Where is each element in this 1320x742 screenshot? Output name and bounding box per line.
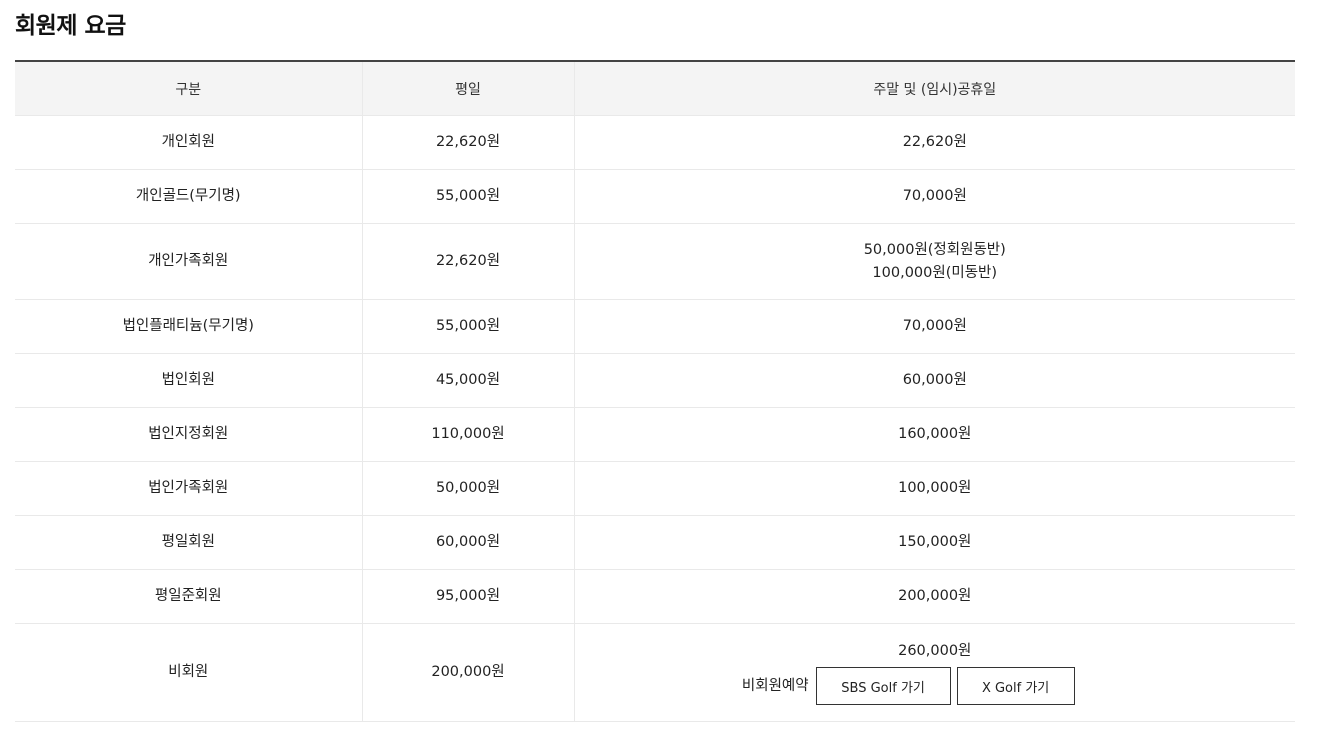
weekend-fee: 150,000원 <box>898 534 972 550</box>
weekend-fee: 260,000원 <box>898 643 972 659</box>
table-row: 법인회원 45,000원 60,000원 <box>15 353 1295 408</box>
column-header-weekday: 평일 <box>362 61 575 116</box>
weekend-fee-cell: 70,000원 <box>574 299 1295 354</box>
member-type-cell: 평일준회원 <box>15 569 363 624</box>
weekend-fee-cell: 200,000원 <box>574 569 1295 624</box>
member-type-cell: 개인골드(무기명) <box>15 169 363 224</box>
weekend-fee-cell: 22,620원 <box>574 115 1295 170</box>
member-type-cell: 비회원 <box>15 623 363 722</box>
non-member-reservation: 비회원예약 SBS Golf 가기 X Golf 가기 <box>575 667 1296 705</box>
weekend-fee-cell: 150,000원 <box>574 515 1295 570</box>
weekend-fee-unaccompanied: 100,000원(미동반) <box>872 264 998 281</box>
weekend-fee-cell: 260,000원 비회원예약 SBS Golf 가기 X Golf 가기 <box>574 623 1296 722</box>
weekend-fee-cell: 50,000원(정회원동반) 100,000원(미동반) <box>574 223 1295 300</box>
page: 회원제 요금 구분 평일 주말 및 (임시)공휴일 개인회원 22,620원 2… <box>0 0 1320 742</box>
weekday-fee-cell: 55,000원 <box>362 299 575 354</box>
weekend-fee: 70,000원 <box>902 188 967 204</box>
table-row: 개인골드(무기명) 55,000원 70,000원 <box>15 169 1295 224</box>
weekend-fee: 200,000원 <box>898 588 972 604</box>
table-row: 비회원 200,000원 260,000원 비회원예약 SBS Golf 가기 … <box>15 623 1296 722</box>
column-header-type: 구분 <box>15 61 363 116</box>
weekday-fee-cell: 60,000원 <box>362 515 575 570</box>
table-row: 법인지정회원 110,000원 160,000원 <box>15 407 1295 462</box>
weekday-fee-cell: 200,000원 <box>362 623 575 722</box>
table-row: 개인회원 22,620원 22,620원 <box>15 115 1295 170</box>
weekend-fee: 70,000원 <box>902 318 967 334</box>
member-type-cell: 평일회원 <box>15 515 363 570</box>
member-type-cell: 법인회원 <box>15 353 363 408</box>
weekday-fee-cell: 110,000원 <box>362 407 575 462</box>
table-row: 법인가족회원 50,000원 100,000원 <box>15 461 1295 516</box>
member-type-cell: 개인회원 <box>15 115 363 170</box>
member-type-cell: 법인지정회원 <box>15 407 363 462</box>
weekday-fee-cell: 45,000원 <box>362 353 575 408</box>
weekday-fee-cell: 55,000원 <box>362 169 575 224</box>
table-row: 평일준회원 95,000원 200,000원 <box>15 569 1295 624</box>
sbs-golf-button[interactable]: SBS Golf 가기 <box>815 667 951 705</box>
weekday-fee-cell: 50,000원 <box>362 461 575 516</box>
member-type-cell: 법인가족회원 <box>15 461 363 516</box>
table-row: 법인플래티늄(무기명) 55,000원 70,000원 <box>15 299 1295 354</box>
weekend-fee: 60,000원 <box>902 372 967 388</box>
weekend-fee: 22,620원 <box>902 134 967 150</box>
weekday-fee-cell: 22,620원 <box>362 115 575 170</box>
table-row: 개인가족회원 22,620원 50,000원(정회원동반) 100,000원(미… <box>15 223 1295 300</box>
table-header-row: 구분 평일 주말 및 (임시)공휴일 <box>15 61 1295 116</box>
membership-fee-table: 구분 평일 주말 및 (임시)공휴일 개인회원 22,620원 22,620원 … <box>15 60 1295 722</box>
weekend-fee-accompanied: 50,000원(정회원동반) <box>863 241 1006 258</box>
weekend-fee: 100,000원 <box>898 480 972 496</box>
weekend-fee-cell: 60,000원 <box>574 353 1295 408</box>
column-header-weekend: 주말 및 (임시)공휴일 <box>574 61 1295 116</box>
member-type-cell: 법인플래티늄(무기명) <box>15 299 363 354</box>
weekend-fee-cell: 70,000원 <box>574 169 1295 224</box>
weekday-fee-cell: 95,000원 <box>362 569 575 624</box>
reservation-label: 비회원예약 <box>741 677 809 694</box>
table-row: 평일회원 60,000원 150,000원 <box>15 515 1295 570</box>
weekday-fee-cell: 22,620원 <box>362 223 575 300</box>
weekend-fee-cell: 100,000원 <box>574 461 1295 516</box>
weekend-fee-cell: 160,000원 <box>574 407 1295 462</box>
page-title: 회원제 요금 <box>15 13 126 39</box>
member-type-cell: 개인가족회원 <box>15 223 363 300</box>
x-golf-button[interactable]: X Golf 가기 <box>956 667 1075 705</box>
weekend-fee: 160,000원 <box>898 426 972 442</box>
